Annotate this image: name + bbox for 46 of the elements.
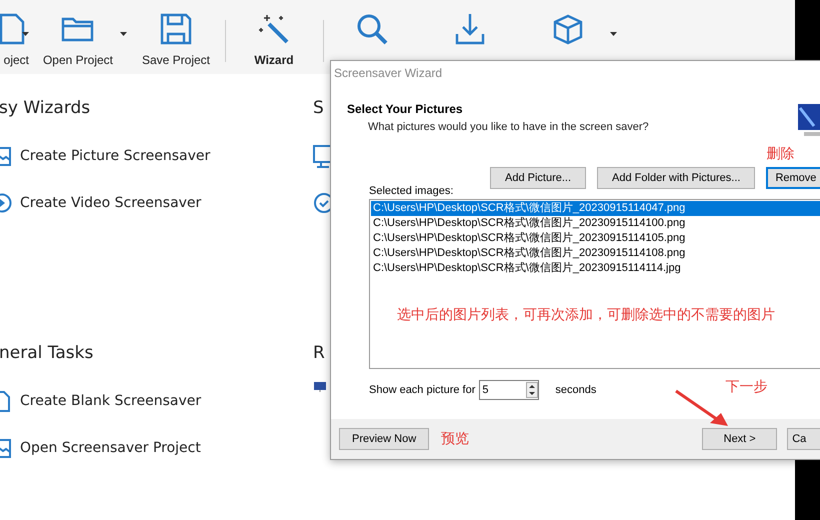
file-item[interactable]: C:\Users\HP\Desktop\SCR格式\微信图片_20230915114114.jpg <box>371 261 820 276</box>
caret-icon[interactable] <box>120 32 127 36</box>
dialog-button[interactable]: Add Picture... <box>490 167 586 189</box>
duration-label: Show each picture for <box>369 384 476 396</box>
image-list[interactable] <box>369 199 820 369</box>
cancel-button[interactable]: Ca <box>787 428 820 450</box>
box-icon[interactable] <box>551 12 585 46</box>
magic-wand-icon[interactable] <box>257 12 291 46</box>
monitor-icon <box>796 102 820 138</box>
next-button[interactable]: Next > <box>702 428 778 450</box>
toolbar-label[interactable]: oject <box>4 53 29 67</box>
annotation-text: 下一步 <box>725 378 768 396</box>
dialog-button[interactable]: Add Folder with Pictures... <box>597 167 756 189</box>
screensaver-thumbnail-icon[interactable] <box>313 381 327 393</box>
section-heading: neral Tasks <box>0 343 94 363</box>
list-label: Selected images: <box>369 185 454 197</box>
toolbar-label[interactable]: Open Project <box>42 53 114 67</box>
task-link[interactable]: Create Blank Screensaver <box>20 392 202 408</box>
step-subtitle: What pictures would you like to have in the screen saver? <box>368 121 649 133</box>
section-heading: R <box>313 343 325 363</box>
duration-unit: seconds <box>555 384 596 396</box>
file-item[interactable]: C:\Users\HP\Desktop\SCR格式\微信图片_20230915114100.png <box>371 216 820 231</box>
file-item[interactable]: C:\Users\HP\Desktop\SCR格式\微信图片_20230915114108.png <box>371 246 820 261</box>
task-link[interactable]: Create Video Screensaver <box>20 194 202 210</box>
toolbar-label[interactable]: Wizard <box>254 53 294 67</box>
section-heading: S <box>313 98 324 118</box>
task-link[interactable]: Open Screensaver Project <box>20 440 201 456</box>
step-heading: Select Your Pictures <box>347 102 464 116</box>
spin-arrows-icon[interactable] <box>526 382 538 398</box>
caret-icon[interactable] <box>610 32 617 36</box>
file-item[interactable]: C:\Users\HP\Desktop\SCR格式\微信图片_20230915114047.png <box>371 201 820 216</box>
preview-button[interactable]: Preview Now <box>339 428 430 450</box>
task-link[interactable]: Create Picture Screensaver <box>20 148 210 164</box>
annotation-text: 预览 <box>441 430 470 448</box>
caret-icon[interactable] <box>22 32 29 36</box>
dialog-button[interactable]: Remove <box>766 167 820 189</box>
toolbar-label[interactable]: Save Project <box>142 53 210 67</box>
file-item[interactable]: C:\Users\HP\Desktop\SCR格式\微信图片_20230915114105.png <box>371 231 820 246</box>
section-heading: sy Wizards <box>0 98 92 118</box>
annotation-text: 删除 <box>766 145 794 163</box>
duration-spinner[interactable]: 5 <box>479 380 540 400</box>
save-icon[interactable] <box>159 12 193 46</box>
search-icon[interactable] <box>355 12 389 46</box>
dialog-title: Screensaver Wizard <box>333 65 444 82</box>
download-icon[interactable] <box>453 12 487 46</box>
annotation-text: 选中后的图片列表，可再次添加，可删除选中的不需要的图片 <box>397 306 776 324</box>
